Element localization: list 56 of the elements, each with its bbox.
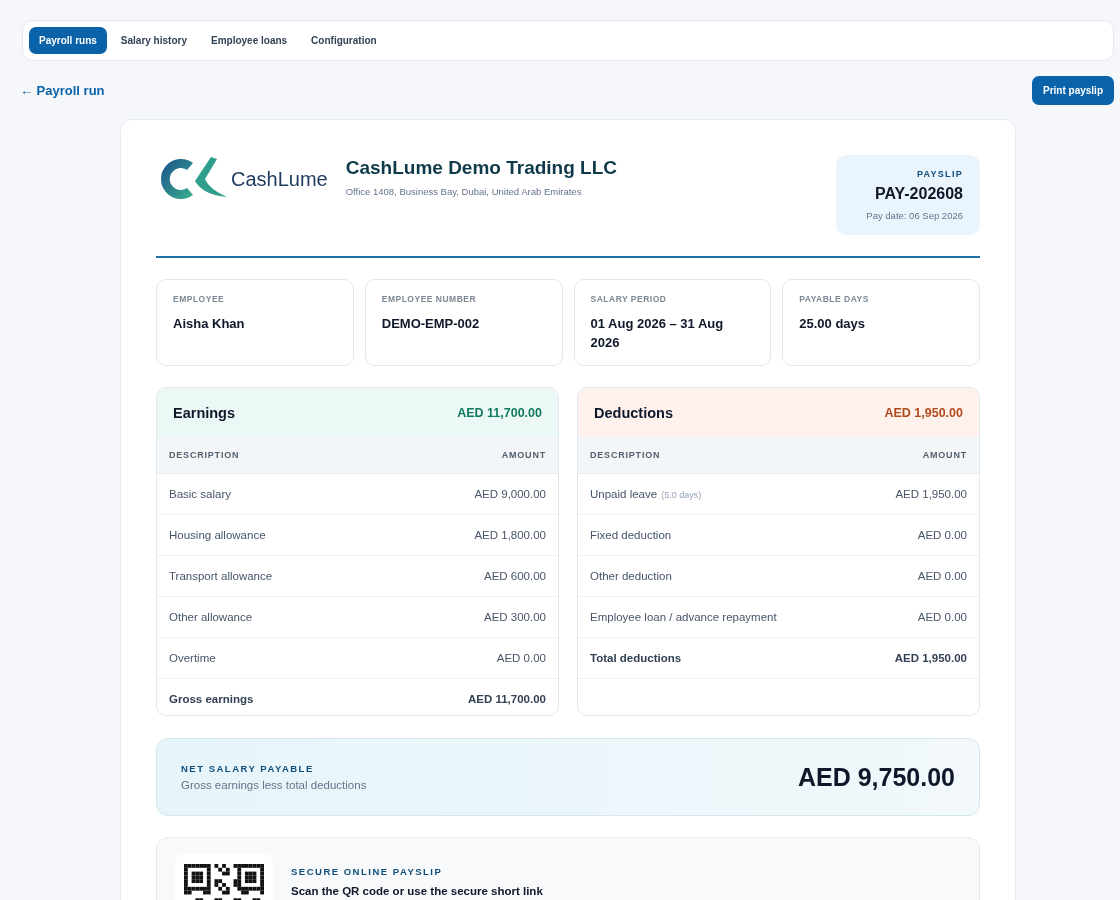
nav-tab[interactable]: Payroll runs — [29, 27, 107, 54]
net-label: NET SALARY PAYABLE — [181, 763, 315, 774]
nav-tab[interactable]: Configuration — [301, 27, 387, 54]
row-note: (5.0 days) — [661, 490, 702, 500]
row-description: Basic salary — [169, 488, 231, 500]
panel-title: Deductions — [594, 404, 673, 421]
column-header: AMOUNT — [501, 450, 546, 460]
panel-total: AED 1,950.00 — [884, 405, 963, 420]
info-value: 25.00 days — [799, 315, 867, 333]
row-amount: AED 11,700.00 — [468, 693, 546, 705]
column-header: DESCRIPTION — [169, 450, 240, 460]
info-value: Aisha Khan — [173, 315, 246, 333]
info-label: PAYABLE DAYS — [799, 294, 870, 304]
info-label: EMPLOYEE NUMBER — [381, 294, 478, 304]
row-description: Housing allowance — [169, 529, 266, 541]
column-header: AMOUNT — [922, 450, 967, 460]
payslip-label: PAYSLIP — [915, 169, 963, 179]
back-link[interactable]: ← Payroll run — [20, 83, 105, 98]
row-description: Gross earnings — [169, 693, 254, 705]
row-amount: AED 1,800.00 — [474, 529, 546, 541]
row-description: Other deduction — [590, 570, 672, 582]
row-description: Total deductions — [590, 652, 682, 664]
nav-tab[interactable]: Salary history — [110, 27, 197, 54]
company-address: Office 1408, Business Bay, Dubai, United Arab Emirates — [345, 186, 583, 197]
row-amount: AED 0.00 — [917, 529, 967, 541]
pay-date: Pay date: 06 Sep 2026 — [866, 210, 963, 221]
logo-text: CashLume — [231, 167, 328, 191]
row-description: Fixed deduction — [590, 529, 672, 541]
info-label: EMPLOYEE — [173, 294, 226, 304]
row-amount: AED 1,950.00 — [894, 652, 967, 664]
row-amount: AED 1,950.00 — [895, 488, 967, 500]
row-amount: AED 0.00 — [917, 611, 967, 623]
row-amount: AED 300.00 — [484, 611, 546, 623]
row-description: Overtime — [169, 652, 216, 664]
nav-tab[interactable]: Employee loans — [200, 27, 298, 54]
online-heading: Scan the QR code or use the secure short link — [291, 885, 543, 897]
print-button[interactable]: Print payslip — [1032, 76, 1114, 105]
row-amount: AED 9,000.00 — [474, 488, 546, 500]
info-value: DEMO-EMP-002 — [381, 315, 481, 333]
panel-total: AED 11,700.00 — [457, 405, 542, 420]
row-description: Unpaid leave — [590, 488, 658, 500]
row-description: Employee loan / advance repayment — [590, 611, 777, 623]
info-label: SALARY PERIOD — [590, 294, 668, 304]
payslip-number: PAY-202608 — [873, 185, 963, 203]
row-description: Other allowance — [169, 611, 253, 623]
net-caption: Gross earnings less total deductions — [181, 779, 367, 791]
panel-title: Earnings — [173, 404, 236, 421]
online-label: SECURE ONLINE PAYSLIP — [291, 866, 444, 877]
net-amount: AED 9,750.00 — [797, 762, 955, 792]
column-header: DESCRIPTION — [590, 450, 661, 460]
row-description: Transport allowance — [169, 570, 273, 582]
row-amount: AED 0.00 — [917, 570, 967, 582]
row-amount: AED 600.00 — [484, 570, 546, 582]
company-name: CashLume Demo Trading LLC — [345, 157, 619, 179]
info-value: 01 Aug 2026 – 31 Aug 2026 — [590, 315, 725, 352]
row-amount: AED 0.00 — [496, 652, 546, 664]
